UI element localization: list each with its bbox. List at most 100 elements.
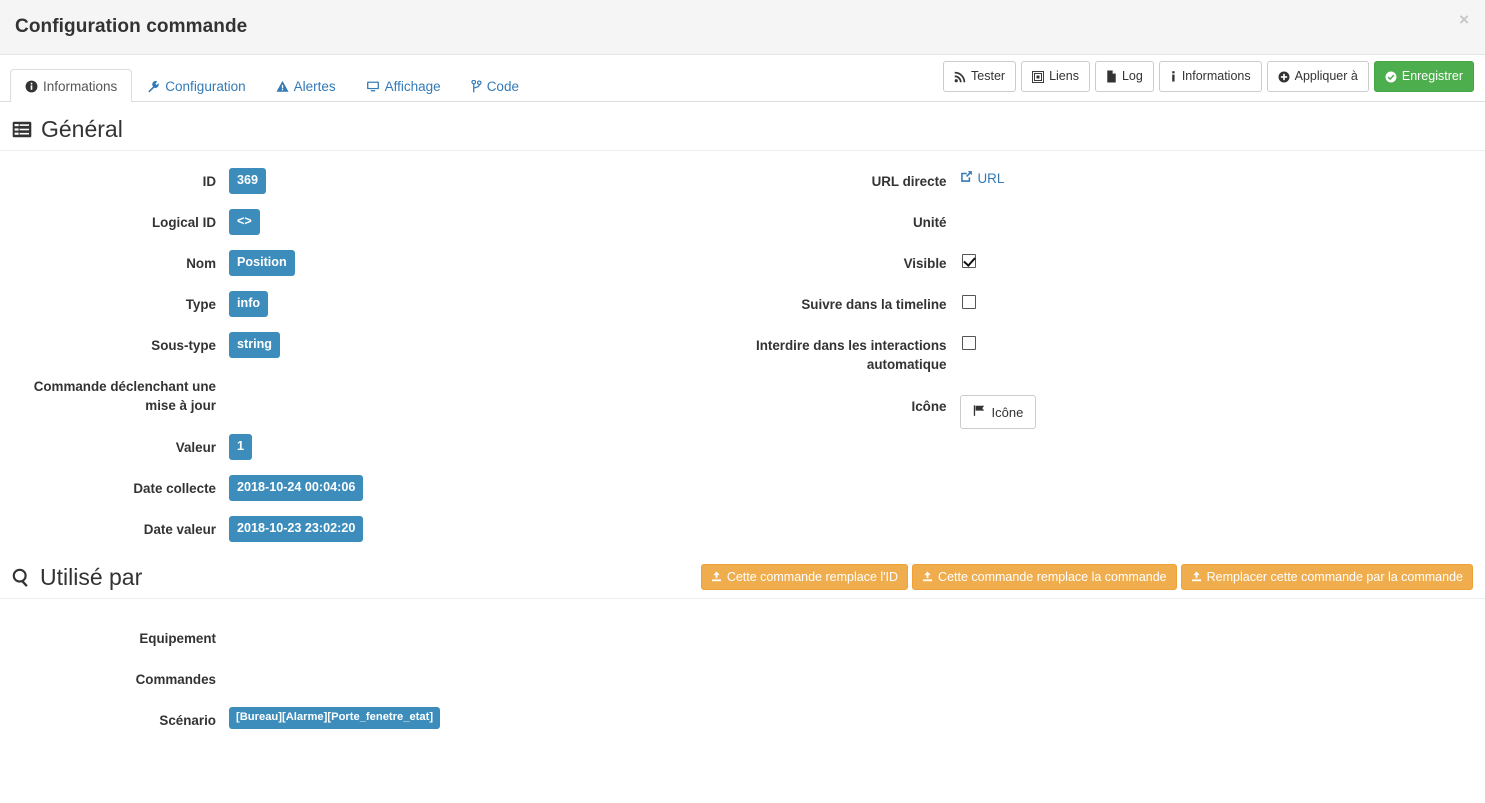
field-label: Nom xyxy=(186,256,216,271)
date-valeur-badge: 2018-10-23 23:02:20 xyxy=(229,516,364,542)
toolbar: Tester Liens Log Informations Appliquer xyxy=(943,61,1474,92)
url-link-label: URL xyxy=(977,170,1005,186)
close-icon[interactable]: × xyxy=(1457,9,1471,30)
field-icone: Icône Icône xyxy=(743,386,1474,429)
replace-command-button[interactable]: Cette commande remplace la commande xyxy=(912,563,1177,590)
timeline-checkbox[interactable] xyxy=(961,295,976,309)
field-unite: Unité xyxy=(743,202,1474,243)
tab-label: Configuration xyxy=(165,79,246,94)
id-badge: 369 xyxy=(229,168,267,194)
tab-code[interactable]: Code xyxy=(456,69,534,102)
field-type: Type info xyxy=(12,284,743,325)
field-visible: Visible xyxy=(743,243,1474,284)
button-label: Appliquer à xyxy=(1294,69,1358,84)
usedby-section-heading: Utilisé par Cette commande remplace l'ID… xyxy=(0,550,1485,599)
section-title: Général xyxy=(41,116,123,142)
tab-informations[interactable]: Informations xyxy=(10,69,133,102)
enregistrer-button[interactable]: Enregistrer xyxy=(1373,61,1474,92)
external-link-icon xyxy=(960,170,973,186)
field-scenario: Scénario [Bureau][Alarme][Porte_fenetre_… xyxy=(12,700,1473,741)
button-label: Tester xyxy=(971,69,1006,84)
field-label: Interdire dans les interactions automati… xyxy=(755,338,947,373)
general-right-column: URL directe URL Unité Visible Suivre dan… xyxy=(743,161,1474,550)
button-label: Icône xyxy=(991,404,1024,420)
tab-configuration[interactable]: Configuration xyxy=(132,69,260,102)
field-label: Visible xyxy=(903,256,947,271)
tab-affichage[interactable]: Affichage xyxy=(351,69,456,102)
general-form: ID 369 Logical ID <> Nom Position Type i… xyxy=(0,151,1485,550)
info-icon xyxy=(1170,70,1177,83)
button-label: Liens xyxy=(1049,69,1079,84)
url-link[interactable]: URL xyxy=(960,168,1005,186)
field-label: Logical ID xyxy=(152,215,216,230)
replace-id-button[interactable]: Cette commande remplace l'ID xyxy=(700,563,909,590)
field-date-collecte: Date collecte 2018-10-24 00:04:06 xyxy=(12,468,743,509)
nom-badge: Position xyxy=(229,250,295,276)
plus-circle-icon xyxy=(1278,71,1290,83)
interdire-checkbox[interactable] xyxy=(961,336,976,350)
scenario-badge[interactable]: [Bureau][Alarme][Porte_fenetre_etat] xyxy=(229,707,441,730)
button-label: Remplacer cette commande par la commande xyxy=(1206,569,1463,584)
liens-button[interactable]: Liens xyxy=(1021,61,1090,92)
tab-bar: Informations Configuration Alertes Affic… xyxy=(0,55,1485,102)
field-label: Sous-type xyxy=(151,338,216,353)
flag-icon xyxy=(973,404,986,420)
field-label: Unité xyxy=(913,215,947,230)
tab-label: Informations xyxy=(43,79,118,94)
field-valeur: Valeur 1 xyxy=(12,427,743,468)
tab-label: Affichage xyxy=(384,79,441,94)
upload-icon xyxy=(1191,571,1202,582)
modal-header: Configuration commande × xyxy=(0,0,1485,55)
sous-type-badge: string xyxy=(229,332,280,358)
upload-icon xyxy=(711,571,722,582)
button-label: Cette commande remplace l'ID xyxy=(726,569,899,584)
list-alt-icon xyxy=(12,121,32,138)
usedby-actions: Cette commande remplace l'ID Cette comma… xyxy=(700,563,1473,590)
general-left-column: ID 369 Logical ID <> Nom Position Type i… xyxy=(12,161,743,550)
field-url-directe: URL directe URL xyxy=(743,161,1474,202)
button-label: Informations xyxy=(1181,69,1251,84)
field-logical-id: Logical ID <> xyxy=(12,202,743,243)
general-section-heading: Général xyxy=(0,102,1485,151)
field-label: Icône xyxy=(911,399,947,414)
field-commandes: Commandes xyxy=(12,659,1473,700)
warning-triangle-icon xyxy=(276,80,289,93)
icone-button[interactable]: Icône xyxy=(959,395,1037,429)
field-label: Suivre dans la timeline xyxy=(801,297,947,312)
date-collecte-badge: 2018-10-24 00:04:06 xyxy=(229,475,364,501)
tester-button[interactable]: Tester xyxy=(943,61,1017,92)
field-label: Commande déclenchant une mise à jour xyxy=(33,379,216,414)
logical-id-badge: <> xyxy=(229,209,260,235)
field-sous-type: Sous-type string xyxy=(12,325,743,366)
search-icon xyxy=(12,568,31,587)
type-badge: info xyxy=(229,291,269,317)
field-label: Date collecte xyxy=(133,481,216,496)
valeur-badge: 1 xyxy=(229,434,253,460)
appliquer-a-button[interactable]: Appliquer à xyxy=(1266,61,1369,92)
field-trigger-update: Commande déclenchant une mise à jour xyxy=(12,366,743,427)
field-id: ID 369 xyxy=(12,161,743,202)
file-icon xyxy=(1106,70,1117,83)
field-label: ID xyxy=(202,174,216,189)
field-interdire-interactions: Interdire dans les interactions automati… xyxy=(743,325,1474,386)
section-title: Utilisé par xyxy=(40,564,143,590)
field-nom: Nom Position xyxy=(12,243,743,284)
field-label: URL directe xyxy=(871,174,947,189)
visible-checkbox[interactable] xyxy=(961,254,976,268)
tab-label: Code xyxy=(486,79,519,94)
info-circle-icon xyxy=(25,80,38,93)
wrench-icon xyxy=(147,80,160,93)
tab-alertes[interactable]: Alertes xyxy=(261,69,351,102)
field-label: Date valeur xyxy=(143,522,216,537)
field-equipement: Equipement xyxy=(12,618,1473,659)
replace-this-command-button[interactable]: Remplacer cette commande par la commande xyxy=(1180,563,1473,590)
page-title: Configuration commande xyxy=(15,16,248,37)
log-button[interactable]: Log xyxy=(1094,61,1154,92)
sitemap-icon xyxy=(1032,70,1045,83)
tab-label: Alertes xyxy=(293,79,336,94)
upload-icon xyxy=(922,571,933,582)
informations-button[interactable]: Informations xyxy=(1158,61,1262,92)
code-branch-icon xyxy=(471,80,482,93)
rss-icon xyxy=(954,71,966,83)
field-label: Type xyxy=(185,297,216,312)
